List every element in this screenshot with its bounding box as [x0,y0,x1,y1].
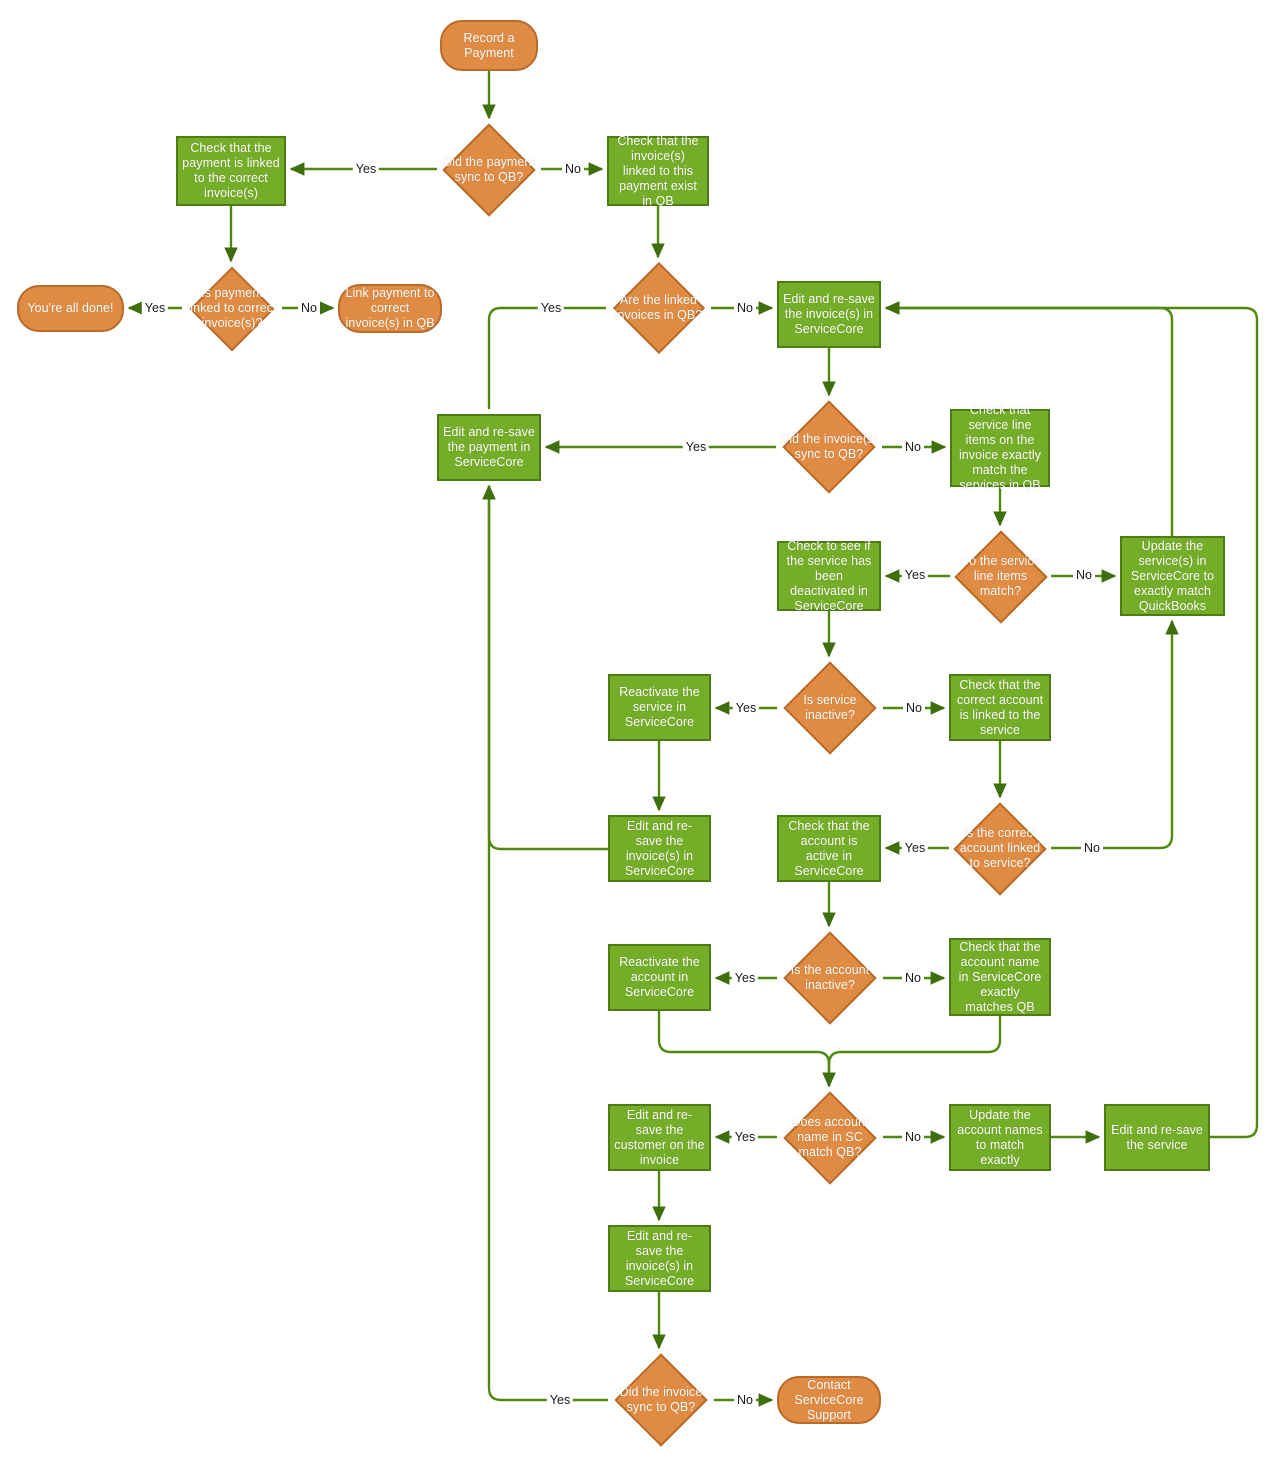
flow-node-label: Record a Payment [463,30,515,60]
flow-node-label: Edit and re-save the invoice(s) in Servi… [783,292,875,336]
edge-label-lbl-no-invoice-sync: No [902,440,924,454]
flow-node-label: Check to see if the service has been dea… [786,538,872,613]
flow-node-linked_in_qb_q[interactable]: Are the linked invoices in QB? [606,262,711,354]
flow-node-label: Reactivate the service in ServiceCore [619,685,700,729]
flow-node-label: Check that the invoice(s) linked to this… [617,133,699,208]
flow-node-edit_invoices_1[interactable]: Edit and re-save the invoice(s) in Servi… [777,281,881,348]
edge-label-lbl-yes-acct-inact: Yes [731,971,759,985]
edge-label-lbl-no-acct-name: No [902,1130,924,1144]
flow-node-correct_account_q[interactable]: Is the correct account linked to service… [949,801,1051,896]
flow-node-contact_support[interactable]: Contact ServiceCore Support [777,1376,881,1424]
flow-node-account_name_q[interactable]: Does account name in SC match QB? [777,1090,883,1185]
flow-node-label: Link payment to correct invoice(s) in QB [345,286,435,330]
flow-node-account_inactive_q[interactable]: Is the account inactive? [777,930,883,1025]
flow-node-label: Edit and re-save the customer on the inv… [614,1107,705,1167]
edge-label-lbl-yes-inv-sync2: Yes [546,1393,574,1407]
flow-node-invoice_sync_q[interactable]: Did the invoice(s) sync to QB? [776,399,882,494]
edge-label-lbl-no-inv-sync2: No [734,1393,756,1407]
flow-node-label: Check that the payment is linked to the … [182,141,280,200]
flow-node-edit_invoices_2[interactable]: Edit and re-save the invoice(s) in Servi… [608,815,711,882]
flow-node-link_payment[interactable]: Link payment to correct invoice(s) in QB [338,284,442,333]
edge-label-lbl-yes-acct-name: Yes [731,1130,759,1144]
flow-node-edit_service[interactable]: Edit and re-save the service [1104,1104,1210,1171]
flow-node-label: Update the service(s) in ServiceCore to … [1130,538,1215,613]
flow-node-label: Edit and re-save the service [1111,1122,1203,1152]
edge-label-lbl-no-acct-inact: No [902,971,924,985]
flow-node-payment_sync[interactable]: Did the payment sync to QB? [437,122,541,217]
edge-label-lbl-yes-linked-qb: Yes [537,301,565,315]
edge-label-lbl-yes-correct-acct: Yes [901,841,929,855]
flow-node-label: Is the correct account linked to service… [959,826,1041,870]
flow-node-check_account_active[interactable]: Check that the account is active in Serv… [777,815,881,882]
flow-edge [822,1016,1002,1088]
flow-node-label: Check that the correct account is linked… [956,677,1044,737]
flow-edge [482,484,608,851]
flow-node-reactivate_account[interactable]: Reactivate the account in ServiceCore [608,944,711,1011]
edge-label-lbl-no-payment-linked: No [298,301,320,315]
edge-label-lbl-yes-payment-linked: Yes [141,301,169,315]
edge-label-lbl-yes-invoice-sync: Yes [682,440,710,454]
edge-label-lbl-no-payment-sync: No [562,162,584,176]
flow-node-label: Check that the account is active in Serv… [788,818,870,878]
flow-node-edit_invoices_3[interactable]: Edit and re-save the invoice(s) in Servi… [608,1225,711,1292]
flow-node-label: Do the service line items match? [960,554,1041,598]
flow-node-label: Edit and re-save the payment in ServiceC… [443,425,535,469]
flow-node-update_account_names[interactable]: Update the account names to match exactl… [949,1104,1051,1171]
edge-label-lbl-no-correct-acct: No [1081,841,1103,855]
flow-node-check_deactivated[interactable]: Check to see if the service has been dea… [777,538,881,613]
flow-node-label: Is the account inactive? [790,962,870,992]
flow-node-service_inactive_q[interactable]: Is service inactive? [777,660,883,755]
flow-node-label: Contact ServiceCore Support [794,1377,864,1422]
flow-edge [482,484,608,1402]
flow-node-edit_payment[interactable]: Edit and re-save the payment in ServiceC… [437,414,541,481]
flow-node-edit_customer[interactable]: Edit and re-save the customer on the inv… [608,1104,711,1171]
flow-edge [1051,619,1179,850]
flow-node-label: Reactivate the account in ServiceCore [619,955,700,999]
flow-node-all_done[interactable]: You're all done! [17,285,124,332]
flow-node-label: Does account name in SC match QB? [791,1115,869,1159]
flow-node-check_payment_linked[interactable]: Check that the payment is linked to the … [176,136,286,206]
flow-node-label: Edit and re-save the invoice(s) in Servi… [624,818,695,878]
flow-node-payment_linked_q[interactable]: Is payment linked to correct invoice(s)? [182,266,282,351]
flow-node-label: You're all done! [27,301,114,315]
flow-node-update_services[interactable]: Update the service(s) in ServiceCore to … [1120,536,1225,616]
flow-node-check_inv_exist[interactable]: Check that the invoice(s) linked to this… [607,133,709,208]
flow-node-start[interactable]: Record a Payment [440,20,538,71]
flow-node-line_items_match_q[interactable]: Do the service line items match? [950,529,1051,624]
flow-node-label: Is service inactive? [803,692,857,722]
flow-edge [487,306,606,409]
flow-node-check_correct_account[interactable]: Check that the correct account is linked… [949,674,1051,741]
flow-node-label: Did the payment sync to QB? [443,154,535,184]
flow-node-check_account_name[interactable]: Check that the account name in ServiceCo… [949,938,1051,1016]
edge-label-lbl-no-service-inact: No [903,701,925,715]
edge-label-lbl-yes-service-inact: Yes [732,701,760,715]
flow-node-label: Update the account names to match exactl… [957,1107,1043,1167]
flow-node-check_line_items[interactable]: Check that service line items on the inv… [950,403,1050,492]
flow-node-label: Check that service line items on the inv… [958,403,1042,492]
flow-node-invoice_sync_q2[interactable]: Did the invoice sync to QB? [608,1352,714,1447]
edge-label-lbl-yes-payment-sync: Yes [352,162,380,176]
edge-label-lbl-yes-line-items: Yes [901,568,929,582]
flow-node-label: Check that the account name in ServiceCo… [958,939,1042,1014]
flow-node-label: Are the linked invoices in QB? [614,293,703,322]
edge-label-lbl-no-line-items: No [1073,568,1095,582]
flowchart-canvas: Record a Payment Did the payment sync to … [0,0,1285,1470]
flow-edge [884,301,1259,1139]
flow-node-label: Did the invoice sync to QB? [619,1384,703,1414]
flow-node-label: Is payment linked to correct invoice(s)? [187,286,277,330]
edge-label-lbl-no-linked-qb: No [734,301,756,315]
flow-node-reactivate_service[interactable]: Reactivate the service in ServiceCore [608,674,711,741]
flow-node-label: Did the invoice(s) sync to QB? [780,431,878,461]
flow-node-label: Edit and re-save the invoice(s) in Servi… [624,1228,695,1288]
